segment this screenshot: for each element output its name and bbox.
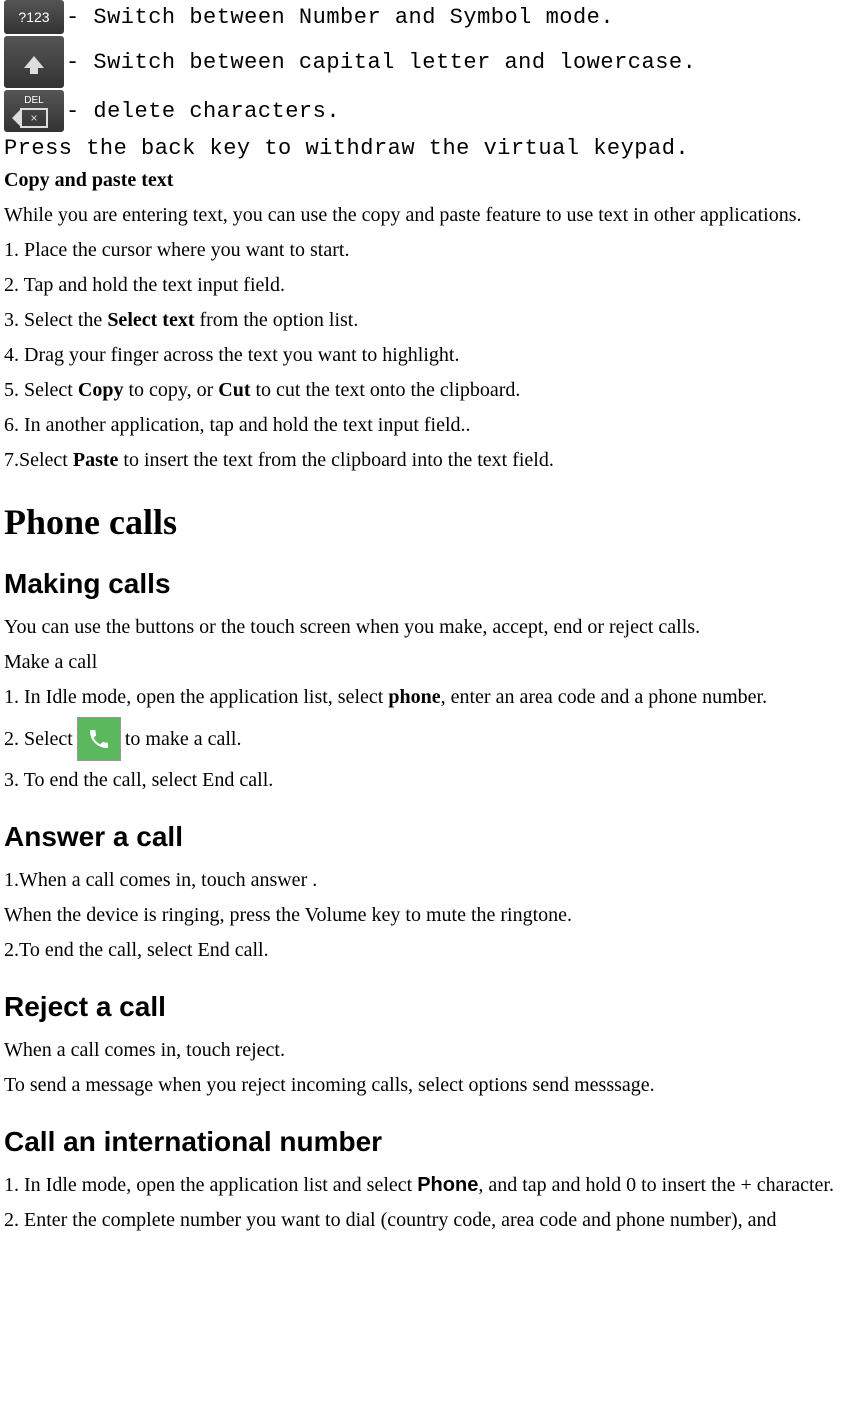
step5-bold1: Copy bbox=[78, 379, 124, 401]
making-s2-post: to make a call. bbox=[125, 724, 242, 755]
del-key-row: DEL × - delete characters. bbox=[4, 90, 862, 132]
shift-arrow-icon bbox=[24, 56, 44, 68]
intl-s1-bold: Phone bbox=[417, 1174, 478, 1196]
del-key-icon: DEL × bbox=[4, 90, 64, 132]
step3-post: from the option list. bbox=[194, 309, 358, 331]
copypaste-intro: While you are entering text, you can use… bbox=[4, 200, 862, 231]
copypaste-step3: 3. Select the Select text from the optio… bbox=[4, 305, 862, 336]
shift-key-row: - Switch between capital letter and lowe… bbox=[4, 36, 862, 88]
making-s2-pre: 2. Select bbox=[4, 724, 73, 755]
del-label: DEL bbox=[24, 95, 43, 106]
intl-step1: 1. In Idle mode, open the application li… bbox=[4, 1170, 862, 1201]
step5-pre: 5. Select bbox=[4, 379, 78, 401]
copypaste-step7: 7.Select Paste to insert the text from t… bbox=[4, 445, 862, 476]
copypaste-step1: 1. Place the cursor where you want to st… bbox=[4, 235, 862, 266]
making-s1-post: , enter an area code and a phone number. bbox=[441, 686, 768, 708]
step3-bold: Select text bbox=[107, 309, 194, 331]
numsym-desc: - Switch between Number and Symbol mode. bbox=[66, 5, 614, 30]
step5-post: to cut the text onto the clipboard. bbox=[250, 379, 520, 401]
step3-pre: 3. Select the bbox=[4, 309, 107, 331]
step7-post: to insert the text from the clipboard in… bbox=[118, 449, 553, 471]
step5-bold2: Cut bbox=[218, 379, 250, 401]
step7-pre: 7.Select bbox=[4, 449, 73, 471]
numsym-key-icon: ?123 bbox=[4, 0, 64, 34]
making-calls-title: Making calls bbox=[4, 568, 862, 600]
making-s1-bold: phone bbox=[388, 686, 440, 708]
copypaste-step4: 4. Drag your finger across the text you … bbox=[4, 340, 862, 371]
reject-step1: When a call comes in, touch reject. bbox=[4, 1035, 862, 1066]
copypaste-heading: Copy and paste text bbox=[4, 165, 862, 196]
shift-desc: - Switch between capital letter and lowe… bbox=[66, 50, 696, 75]
step7-bold: Paste bbox=[73, 449, 119, 471]
copypaste-step2: 2. Tap and hold the text input field. bbox=[4, 270, 862, 301]
making-s1-pre: 1. In Idle mode, open the application li… bbox=[4, 686, 388, 708]
intl-step2: 2. Enter the complete number you want to… bbox=[4, 1205, 862, 1236]
copypaste-step6: 6. In another application, tap and hold … bbox=[4, 410, 862, 441]
making-step1: 1. In Idle mode, open the application li… bbox=[4, 682, 862, 713]
step5-mid: to copy, or bbox=[123, 379, 218, 401]
answer-step1: 1.When a call comes in, touch answer . bbox=[4, 865, 862, 896]
making-step3: 3. To end the call, select End call. bbox=[4, 765, 862, 796]
call-icon bbox=[77, 717, 121, 761]
make-a-call-label: Make a call bbox=[4, 647, 862, 678]
answer-step2: When the device is ringing, press the Vo… bbox=[4, 900, 862, 931]
intl-number-title: Call an international number bbox=[4, 1126, 862, 1158]
intl-s1-pre: 1. In Idle mode, open the application li… bbox=[4, 1174, 417, 1196]
numsym-key-row: ?123 - Switch between Number and Symbol … bbox=[4, 0, 862, 34]
making-step2: 2. Select to make a call. bbox=[4, 717, 862, 761]
intl-s1-post: , and tap and hold 0 to insert the + cha… bbox=[478, 1174, 834, 1196]
making-intro: You can use the buttons or the touch scr… bbox=[4, 612, 862, 643]
del-desc: - delete characters. bbox=[66, 99, 340, 124]
shift-key-icon bbox=[4, 36, 64, 88]
answer-step3: 2.To end the call, select End call. bbox=[4, 935, 862, 966]
answer-call-title: Answer a call bbox=[4, 821, 862, 853]
reject-step2: To send a message when you reject incomi… bbox=[4, 1070, 862, 1101]
copypaste-step5: 5. Select Copy to copy, or Cut to cut th… bbox=[4, 375, 862, 406]
backspace-icon: × bbox=[20, 108, 48, 128]
reject-call-title: Reject a call bbox=[4, 991, 862, 1023]
phone-calls-title: Phone calls bbox=[4, 501, 862, 543]
withdraw-keypad-text: Press the back key to withdraw the virtu… bbox=[4, 136, 862, 161]
